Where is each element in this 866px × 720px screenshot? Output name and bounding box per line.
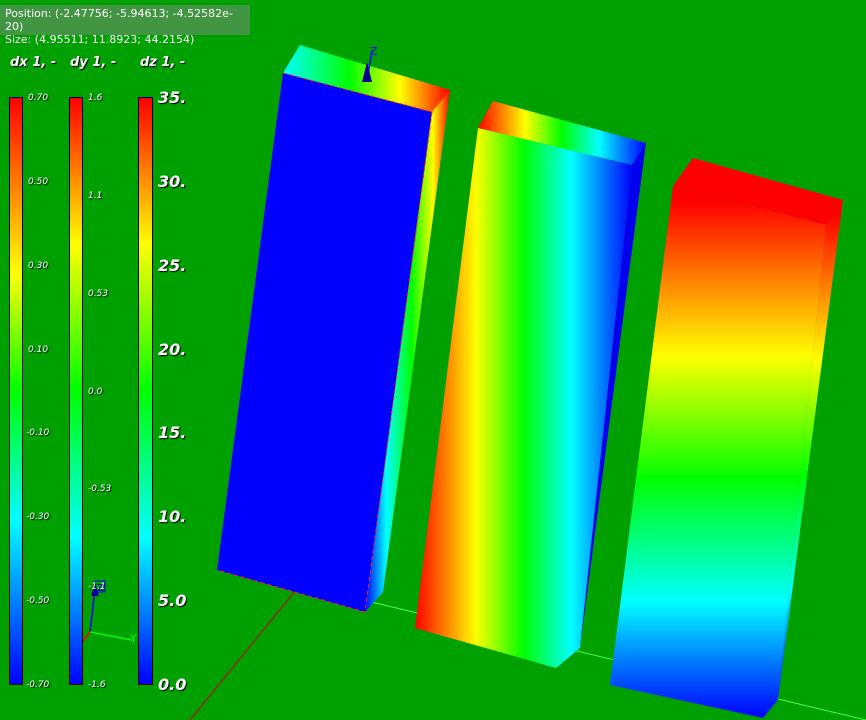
size-readout: Size: (4.95511; 11.8923; 44.2154): [5, 33, 195, 46]
colorbar-dz-tick: 20.: [158, 340, 187, 359]
colorbar-dy-tick: 1.1: [88, 191, 103, 201]
scene-x-axis-line: [189, 584, 301, 720]
colorbar-dx-tick: -0.30: [26, 512, 50, 522]
block-dy-front-face: [415, 128, 632, 668]
colorbar-dy-tick: -1.1: [88, 582, 106, 592]
colorbar-dy: [69, 97, 83, 685]
position-readout: Position: (-2.47756; -5.94613; -4.52582e…: [5, 7, 233, 33]
colorbar-dx: [9, 97, 23, 685]
colorbar-dx-title: dx 1, -: [10, 55, 57, 70]
colorbar-dx-tick: -0.50: [26, 596, 50, 606]
colorbar-dz-tick: 25.: [158, 256, 187, 275]
colorbar-dz-tick: 30.: [158, 172, 187, 191]
colorbar-dz: [138, 97, 153, 685]
colorbar-dz-tick: 5.0: [158, 591, 187, 610]
colorbar-dy-title: dy 1, -: [70, 55, 117, 70]
colorbar-dz-tick: 15.: [158, 423, 187, 442]
block-dy[interactable]: [415, 101, 646, 668]
block-dz-front-face: [610, 186, 826, 718]
block-dx[interactable]: [216, 45, 450, 613]
colorbar-dz-tick: 10.: [158, 507, 187, 526]
colorbar-dz-tick: 0.0: [158, 675, 187, 694]
colorbar-dy-tick: -1.6: [88, 680, 106, 690]
axis-triad-top-z-label: Z: [370, 45, 378, 58]
block-dz[interactable]: [610, 158, 843, 718]
colorbar-dx-tick: -0.10: [26, 428, 50, 438]
colorbar-dy-tick: 0.53: [88, 289, 109, 299]
colorbar-dx-tick: -0.70: [26, 680, 50, 690]
colorbar-dy-tick: -0.53: [88, 484, 112, 494]
axis-triad-bottom-y-label: Y: [129, 632, 137, 645]
colorbar-dx-tick: 0.10: [28, 345, 49, 355]
colorbar-dx-tick: 0.70: [28, 93, 49, 103]
colorbar-dz-title: dz 1, -: [140, 55, 186, 70]
3d-viewport[interactable]: Z Z Y X: [0, 0, 866, 720]
colorbar-dy-tick: 0.0: [88, 387, 103, 397]
colorbar-dy-tick: 1.6: [88, 93, 103, 103]
colorbar-dx-tick: 0.50: [28, 177, 49, 187]
colorbar-dz-tick: 35.: [158, 88, 187, 107]
colorbar-dx-tick: 0.30: [28, 261, 49, 271]
selection-info-overlay: Position: (-2.47756; -5.94613; -4.52582e…: [0, 5, 250, 46]
block-dx-front-face: [217, 73, 432, 612]
